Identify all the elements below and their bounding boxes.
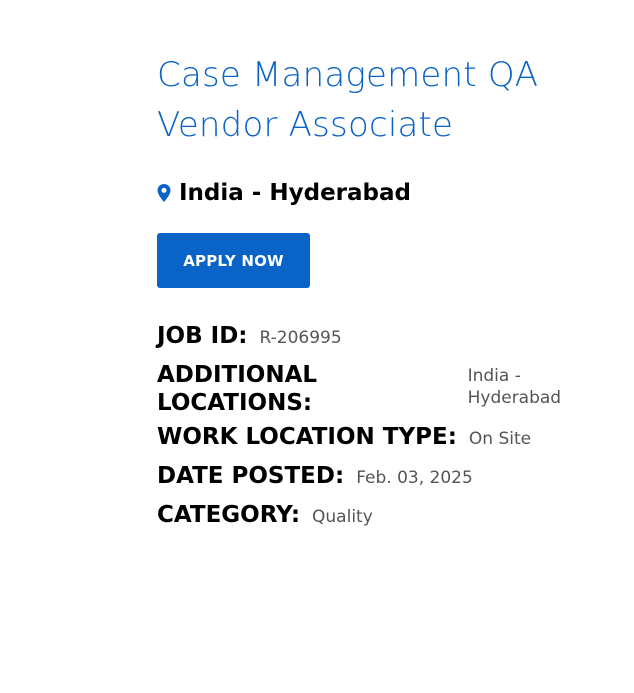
job-details: JOB ID: R-206995 ADDITIONAL LOCATIONS: I…: [157, 322, 597, 540]
date-posted-label: DATE POSTED:: [157, 463, 345, 489]
job-id-row: JOB ID: R-206995: [157, 322, 597, 361]
job-id-value: R-206995: [259, 328, 342, 348]
date-posted-row: DATE POSTED: Feb. 03, 2025: [157, 462, 597, 501]
category-row: CATEGORY: Quality: [157, 501, 597, 540]
work-location-type-row: WORK LOCATION TYPE: On Site: [157, 423, 597, 462]
job-card: Case Management QA Vendor Associate Indi…: [157, 50, 597, 540]
additional-locations-row: ADDITIONAL LOCATIONS: India - Hyderabad: [157, 361, 597, 423]
additional-locations-label: ADDITIONAL LOCATIONS:: [157, 362, 318, 416]
job-location: India - Hyderabad: [157, 176, 597, 210]
location-text: India - Hyderabad: [179, 180, 411, 206]
work-location-type-label: WORK LOCATION TYPE:: [157, 424, 457, 450]
map-pin-icon: [157, 184, 171, 202]
job-id-label: JOB ID:: [157, 323, 248, 349]
apply-now-button[interactable]: APPLY NOW: [157, 233, 310, 288]
work-location-type-value: On Site: [468, 429, 532, 449]
category-label: CATEGORY:: [157, 502, 301, 528]
additional-locations-value: India - Hyderabad: [467, 366, 562, 408]
category-value: Quality: [312, 507, 373, 527]
job-title: Case Management QA Vendor Associate: [157, 55, 539, 145]
date-posted-value: Feb. 03, 2025: [356, 468, 473, 488]
